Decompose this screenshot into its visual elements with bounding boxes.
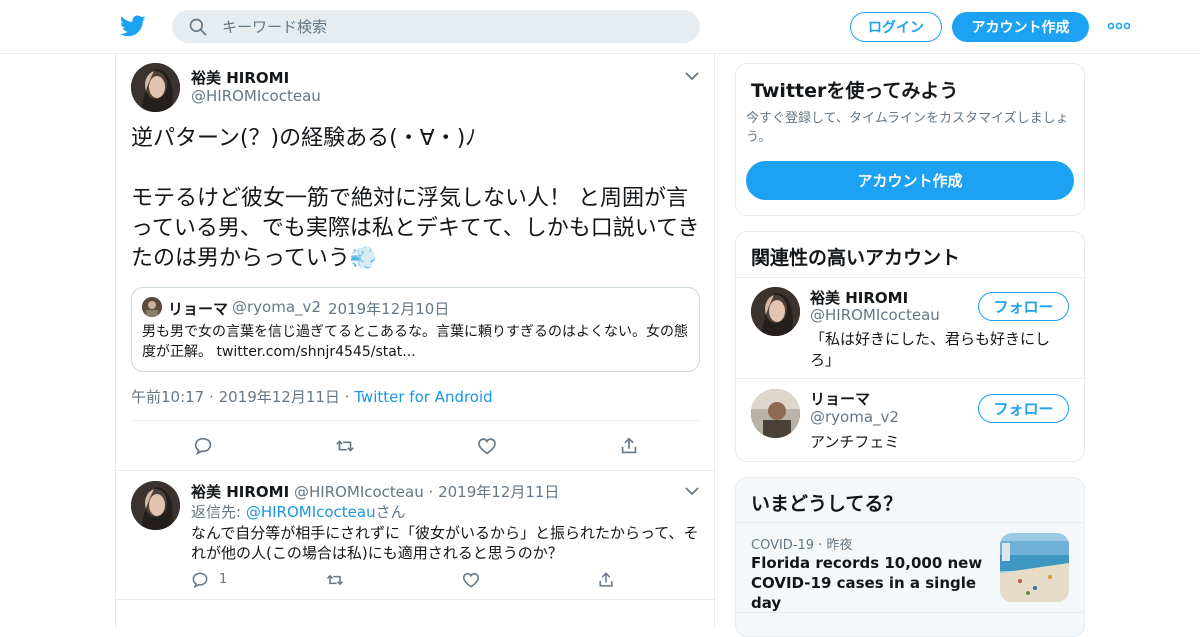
reply-author-handle[interactable]: @HIROMIcocteau: [294, 483, 424, 501]
signup-card: Twitterを使ってみよう 今すぐ登録して、タイムラインをカスタマイズしましょ…: [735, 63, 1085, 216]
related-accounts-card: 関連性の高いアカウント 裕美 HIROMI @HIROMIcocteau フォロ…: [735, 231, 1085, 462]
separator-dot: ·: [316, 298, 321, 316]
divider: [736, 612, 1084, 613]
profile-photo: [131, 63, 180, 112]
separator-dot: ·: [344, 388, 355, 406]
tweet-actions: [131, 420, 700, 470]
timeline-column: 裕美 HIROMI @HIROMIcocteau 逆パターン(？)の経験ある(・…: [115, 54, 715, 630]
account-bio: アンチフェミ: [810, 433, 900, 451]
chevron-down-icon[interactable]: [685, 71, 699, 81]
quoted-author-name: リョーマ: [168, 300, 229, 318]
replying-to-suffix: さん: [375, 503, 406, 521]
reply-icon[interactable]: [190, 570, 210, 590]
profile-photo: [131, 481, 180, 530]
avatar[interactable]: [751, 287, 800, 336]
quoted-text: 男も男で女の言葉を信じ過ぎてるとこあるな。言葉に頼りすぎるのはよくない。女の態度…: [142, 324, 688, 360]
trend-time: 昨夜: [826, 538, 853, 553]
tweet-date[interactable]: 2019年12月11日: [219, 388, 340, 406]
author-name[interactable]: 裕美 HIROMI: [191, 67, 289, 88]
search-icon: [189, 18, 207, 36]
divider: [736, 378, 1084, 379]
trend-thumbnail[interactable]: [1000, 533, 1069, 602]
divider: [736, 277, 1084, 278]
quoted-date: 2019年12月10日: [328, 300, 450, 318]
like-icon[interactable]: [461, 570, 481, 590]
reply-author-name[interactable]: 裕美 HIROMI: [191, 483, 289, 501]
trend-meta: COVID-19 · 昨夜: [751, 534, 852, 553]
avatar[interactable]: [131, 63, 180, 112]
reply-icon[interactable]: [192, 435, 214, 457]
login-button[interactable]: ログイン: [850, 12, 942, 42]
avatar: [142, 297, 162, 317]
signup-card-subtitle: 今すぐ登録して、タイムラインをカスタマイズしましょう。: [746, 111, 1069, 145]
reply-header: 裕美 HIROMI @HIROMIcocteau · 2019年12月11日: [191, 481, 559, 502]
share-icon[interactable]: [618, 435, 640, 457]
share-icon[interactable]: [596, 570, 616, 590]
retweet-icon[interactable]: [334, 435, 356, 457]
tweet-text: 逆パターン(？)の経験ある(・∀・)ﾉ モテるけど彼女一筋で絶対に浮気しない人！…: [131, 126, 700, 271]
related-accounts-title: 関連性の高いアカウント: [751, 247, 961, 269]
tweet-meta: 午前10:17 · 2019年12月11日 · Twitter for Andr…: [131, 386, 493, 407]
replying-to-prefix: 返信先:: [191, 503, 246, 521]
search-bar[interactable]: [172, 10, 700, 43]
signup-card-button[interactable]: アカウント作成: [746, 161, 1074, 200]
profile-photo: [142, 297, 162, 317]
tweet-client-link[interactable]: Twitter for Android: [354, 388, 492, 406]
avatar[interactable]: [131, 481, 180, 530]
reply-text: なんで自分等が相手にされずに「彼女がいるから」と振られたからって、それが他の人(…: [191, 524, 699, 562]
separator-dot: ·: [428, 483, 434, 501]
quoted-author-handle: @ryoma_v2: [232, 298, 321, 316]
author-handle[interactable]: @HIROMIcocteau: [191, 87, 321, 105]
separator-dot: ·: [209, 388, 219, 406]
profile-photo: [751, 287, 800, 336]
trends-card: いまどうしてる？ COVID-19 · 昨夜 Florida records 1…: [735, 477, 1085, 637]
divider: [736, 522, 1084, 523]
signup-button[interactable]: アカウント作成: [952, 12, 1089, 42]
trends-title: いまどうしてる？: [751, 493, 903, 515]
trend-category: COVID-19: [751, 538, 815, 553]
account-name[interactable]: 裕美 HIROMI: [810, 287, 908, 308]
quoted-tweet[interactable]: リョーマ @ryoma_v2 · 2019年12月10日 男も男で女の言葉を信じ…: [131, 287, 700, 372]
reply-count: 1: [219, 572, 228, 587]
like-icon[interactable]: [476, 435, 498, 457]
follow-button[interactable]: フォロー: [978, 394, 1069, 423]
trend-headline[interactable]: Florida records 10,000 new COVID-19 case…: [751, 553, 996, 613]
twitter-logo-icon[interactable]: [119, 13, 147, 39]
signup-card-title: Twitterを使ってみよう: [751, 80, 959, 102]
chevron-down-icon[interactable]: [685, 486, 699, 496]
account-name[interactable]: リョーマ: [810, 388, 870, 409]
tweet-time[interactable]: 午前10:17: [131, 388, 204, 406]
avatar[interactable]: [751, 389, 800, 438]
profile-photo: [751, 389, 800, 438]
top-bar: ログイン アカウント作成: [0, 0, 1200, 54]
account-handle[interactable]: @ryoma_v2: [810, 408, 899, 426]
follow-button[interactable]: フォロー: [978, 292, 1069, 321]
reply-date[interactable]: 2019年12月11日: [438, 483, 559, 501]
more-icon[interactable]: [1108, 18, 1130, 34]
replying-to: 返信先: @HIROMIcocteauさん: [191, 501, 406, 522]
beach-image: [1000, 533, 1069, 602]
search-input[interactable]: [222, 10, 682, 43]
account-handle[interactable]: @HIROMIcocteau: [810, 306, 940, 324]
divider: [116, 599, 714, 600]
retweet-icon[interactable]: [325, 570, 345, 590]
divider: [116, 470, 714, 471]
replying-to-handle[interactable]: @HIROMIcocteau: [246, 503, 376, 521]
account-bio: 「私は好きにした、君らも好きにしろ」: [810, 330, 1051, 369]
